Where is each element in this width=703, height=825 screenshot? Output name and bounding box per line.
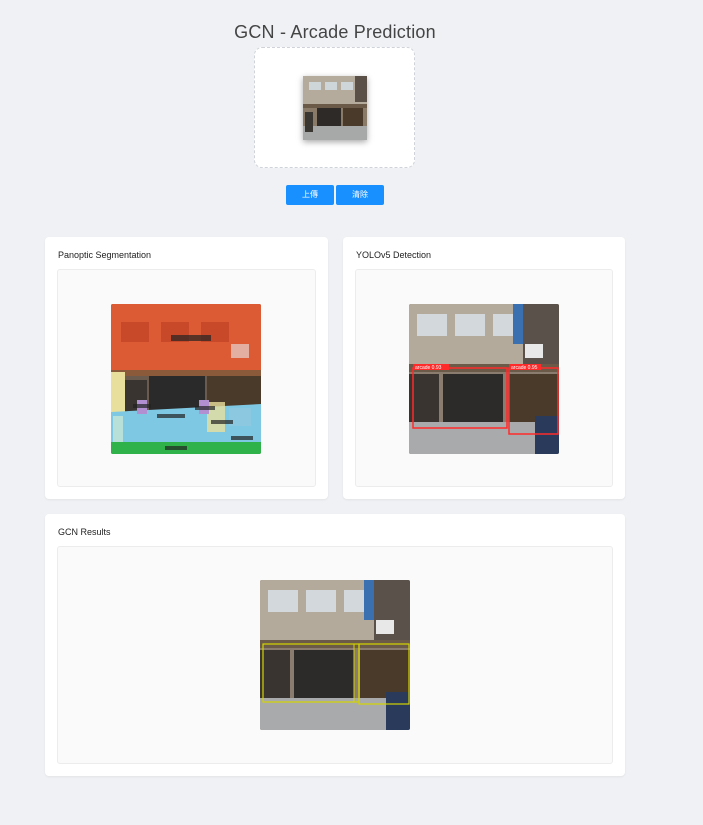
panoptic-segmentation-image bbox=[111, 304, 261, 454]
gcn-results-title: GCN Results bbox=[58, 527, 111, 537]
gcn-results-frame bbox=[57, 546, 613, 764]
panoptic-segmentation-frame bbox=[57, 269, 316, 487]
yolo-detection-image: arcade 0.93 arcade 0.95 bbox=[409, 304, 559, 454]
image-upload-dropzone[interactable] bbox=[254, 47, 415, 168]
yolo-detection-frame: arcade 0.93 arcade 0.95 bbox=[355, 269, 613, 487]
panoptic-segmentation-card: Panoptic Segmentation bbox=[45, 237, 328, 499]
page-title: GCN - Arcade Prediction bbox=[234, 22, 436, 43]
gcn-results-image bbox=[260, 580, 410, 730]
uploaded-image-thumbnail bbox=[303, 76, 367, 140]
yolo-detection-title: YOLOv5 Detection bbox=[356, 250, 432, 260]
upload-button[interactable]: 上傳 bbox=[286, 185, 334, 205]
panoptic-segmentation-title: Panoptic Segmentation bbox=[58, 250, 152, 260]
gcn-results-card: GCN Results bbox=[45, 514, 625, 776]
yolo-detection-label: arcade 0.95 bbox=[511, 365, 538, 371]
yolo-detection-card: YOLOv5 Detection arcade 0.93 arcade 0.95 bbox=[343, 237, 625, 499]
clear-button[interactable]: 清除 bbox=[336, 185, 384, 205]
yolo-detection-label: arcade 0.93 bbox=[415, 365, 442, 371]
